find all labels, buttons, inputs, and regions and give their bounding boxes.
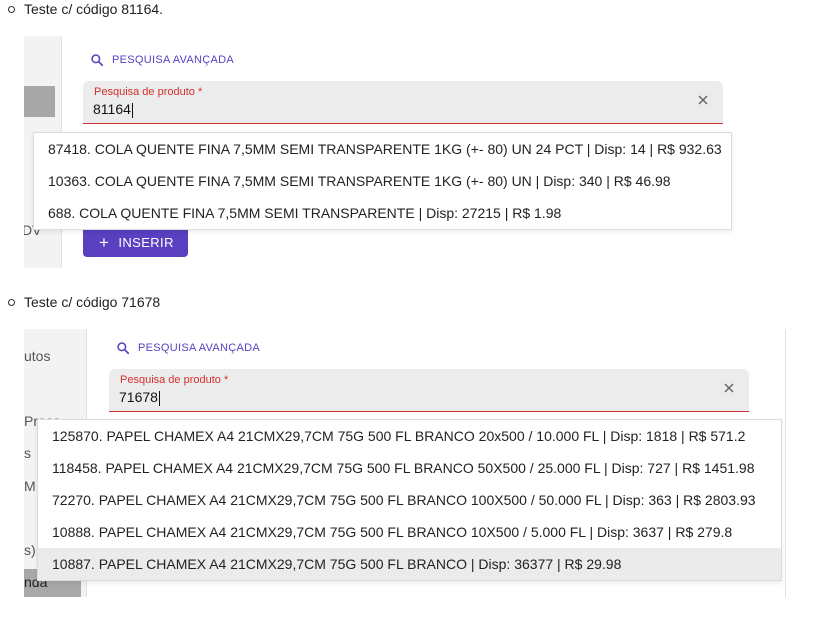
bullet-icon: [8, 298, 15, 306]
case1-field-label: Pesquisa de produto *: [94, 86, 203, 98]
case2-product-search-field[interactable]: Pesquisa de produto * 71678: [109, 369, 749, 412]
bullet-icon: [8, 5, 15, 13]
case1-suggestions-dropdown: 87418. COLA QUENTE FINA 7,5MM SEMI TRANS…: [33, 132, 732, 230]
case2-sidebar-fragment: s): [24, 542, 36, 558]
case2-product-search-input[interactable]: 71678: [119, 389, 679, 406]
case1-product-search-field[interactable]: Pesquisa de produto * 81164: [83, 81, 723, 124]
case2-sidebar-fragment: M: [24, 478, 36, 494]
case2-heading: Teste c/ código 71678: [8, 294, 160, 310]
close-icon[interactable]: [697, 94, 709, 106]
suggestion-option[interactable]: 10888. PAPEL CHAMEX A4 21CMX29,7CM 75G 5…: [38, 516, 781, 548]
plus-icon: +: [99, 232, 110, 252]
case2-advanced-search-link[interactable]: PESQUISA AVANÇADA: [116, 341, 260, 355]
suggestion-option[interactable]: 125870. PAPEL CHAMEX A4 21CMX29,7CM 75G …: [38, 420, 781, 452]
case2-sidebar-fragment: s: [24, 445, 31, 461]
case1-insert-label: INSERIR: [118, 234, 174, 250]
suggestion-option[interactable]: 688. COLA QUENTE FINA 7,5MM SEMI TRANSPA…: [34, 197, 731, 229]
case2-suggestions-dropdown: 125870. PAPEL CHAMEX A4 21CMX29,7CM 75G …: [37, 419, 782, 581]
case1-insert-button[interactable]: + INSERIR: [83, 227, 188, 257]
suggestion-option[interactable]: 72270. PAPEL CHAMEX A4 21CMX29,7CM 75G 5…: [38, 484, 781, 516]
close-icon[interactable]: [723, 382, 735, 394]
case2-field-label: Pesquisa de produto *: [120, 374, 229, 386]
case1-advanced-search-label: PESQUISA AVANÇADA: [112, 54, 235, 66]
case2-screenshot: utos Proce s M s) nda PESQUISA AVANÇADA …: [24, 329, 786, 597]
suggestion-option-highlighted[interactable]: 10887. PAPEL CHAMEX A4 21CMX29,7CM 75G 5…: [38, 548, 781, 580]
case2-right-edge: [785, 329, 786, 597]
case1-sidebar-active-item[interactable]: [24, 86, 55, 117]
case1-field-value: 81164: [93, 101, 131, 117]
case1-advanced-search-link[interactable]: PESQUISA AVANÇADA: [90, 53, 234, 67]
case1-screenshot: DV PESQUISA AVANÇADA Pesquisa de produto…: [24, 36, 744, 268]
suggestion-option[interactable]: 10363. COLA QUENTE FINA 7,5MM SEMI TRANS…: [34, 165, 731, 197]
search-icon: [91, 54, 104, 67]
case1-product-search-input[interactable]: 81164: [93, 101, 653, 118]
case1-heading: Teste c/ código 81164.: [8, 1, 163, 17]
search-icon: [117, 342, 130, 355]
suggestion-option[interactable]: 118458. PAPEL CHAMEX A4 21CMX29,7CM 75G …: [38, 452, 781, 484]
case2-sidebar-fragment: utos: [24, 348, 51, 364]
case1-heading-text: Teste c/ código 81164.: [24, 1, 164, 17]
case2-field-value: 71678: [119, 389, 158, 405]
suggestion-option[interactable]: 87418. COLA QUENTE FINA 7,5MM SEMI TRANS…: [34, 133, 731, 165]
case2-advanced-search-label: PESQUISA AVANÇADA: [138, 342, 261, 354]
case2-heading-text: Teste c/ código 71678: [24, 294, 161, 310]
